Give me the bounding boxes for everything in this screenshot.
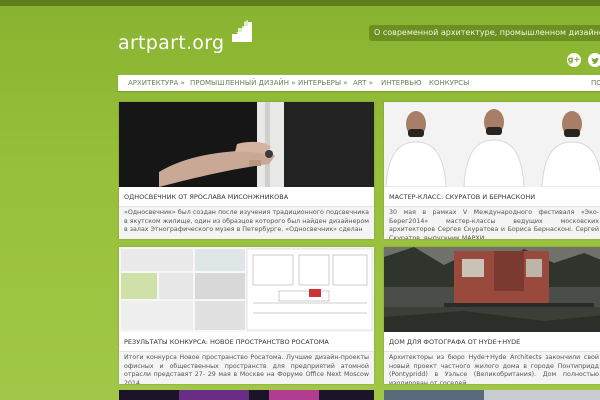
- article-image-house[interactable]: [384, 247, 600, 332]
- nav-item-interiors[interactable]: ИНТЕРЬЕРЫ »: [298, 75, 348, 91]
- logo-stairs-icon: [232, 20, 252, 42]
- gplus-icon: g+: [567, 55, 581, 64]
- nav-item-contests[interactable]: КОНКУРСЫ: [429, 75, 469, 91]
- site-logo[interactable]: artpart.org: [118, 20, 258, 60]
- main-nav: АРХИТЕКТУРА » ПРОМЫШЛЕННЫЙ ДИЗАЙН » ИНТЕ…: [118, 75, 600, 91]
- nav-item-interview[interactable]: ИНТЕРВЬЮ: [381, 75, 422, 91]
- article-title[interactable]: ДОМ ДЛЯ ФОТОГРАФА ОТ HYDE+HYDE: [384, 332, 600, 352]
- nav-item-more[interactable]: ПО: [591, 75, 600, 91]
- article-excerpt: Архитекторы из бюро Hyde+Hyde Architects…: [384, 352, 600, 384]
- nav-item-architecture[interactable]: АРХИТЕКТУРА »: [128, 75, 185, 91]
- article-card-rosatom[interactable]: РЕЗУЛЬТАТЫ КОНКУРСА: НОВОЕ ПРОСТРАНСТВО …: [119, 247, 374, 384]
- article-title[interactable]: ОДНОСВЕЧНИК ОТ ЯРОСЛАВА МИСОНЖНИКОВА: [119, 187, 374, 207]
- gplus-button[interactable]: g+: [567, 53, 581, 67]
- article-image-partial[interactable]: [119, 390, 374, 400]
- article-excerpt: 30 мая в рамках V Международного фестива…: [384, 207, 600, 239]
- article-image-partial[interactable]: [384, 390, 600, 400]
- twitter-icon: [591, 57, 599, 64]
- article-image-candle[interactable]: [119, 102, 374, 187]
- article-excerpt: «Односвечник» был создан после изучения …: [119, 207, 374, 239]
- top-bar: [0, 0, 600, 6]
- nav-item-industrial-design[interactable]: ПРОМЫШЛЕННЫЙ ДИЗАЙН »: [190, 75, 296, 91]
- article-image-rosatom[interactable]: [119, 247, 374, 332]
- article-title[interactable]: РЕЗУЛЬТАТЫ КОНКУРСА: НОВОЕ ПРОСТРАНСТВО …: [119, 332, 374, 352]
- article-image-masterclass[interactable]: [384, 102, 600, 187]
- article-title[interactable]: МАСТЕР-КЛАСС: СКУРАТОВ И БЕРНАСКОНИ: [384, 187, 600, 207]
- site-tagline: О современной архитектуре, промышленном …: [369, 25, 600, 41]
- twitter-button[interactable]: [588, 53, 600, 67]
- article-card-masterclass[interactable]: МАСТЕР-КЛАСС: СКУРАТОВ И БЕРНАСКОНИ 30 м…: [384, 102, 600, 239]
- nav-item-art[interactable]: ART »: [353, 75, 373, 91]
- logo-text: artpart.org: [118, 32, 225, 54]
- article-excerpt: Итоги конкурса Новое пространство Росато…: [119, 352, 374, 384]
- article-card-candle[interactable]: ОДНОСВЕЧНИК ОТ ЯРОСЛАВА МИСОНЖНИКОВА «Од…: [119, 102, 374, 239]
- article-card-house[interactable]: ДОМ ДЛЯ ФОТОГРАФА ОТ HYDE+HYDE Архитекто…: [384, 247, 600, 384]
